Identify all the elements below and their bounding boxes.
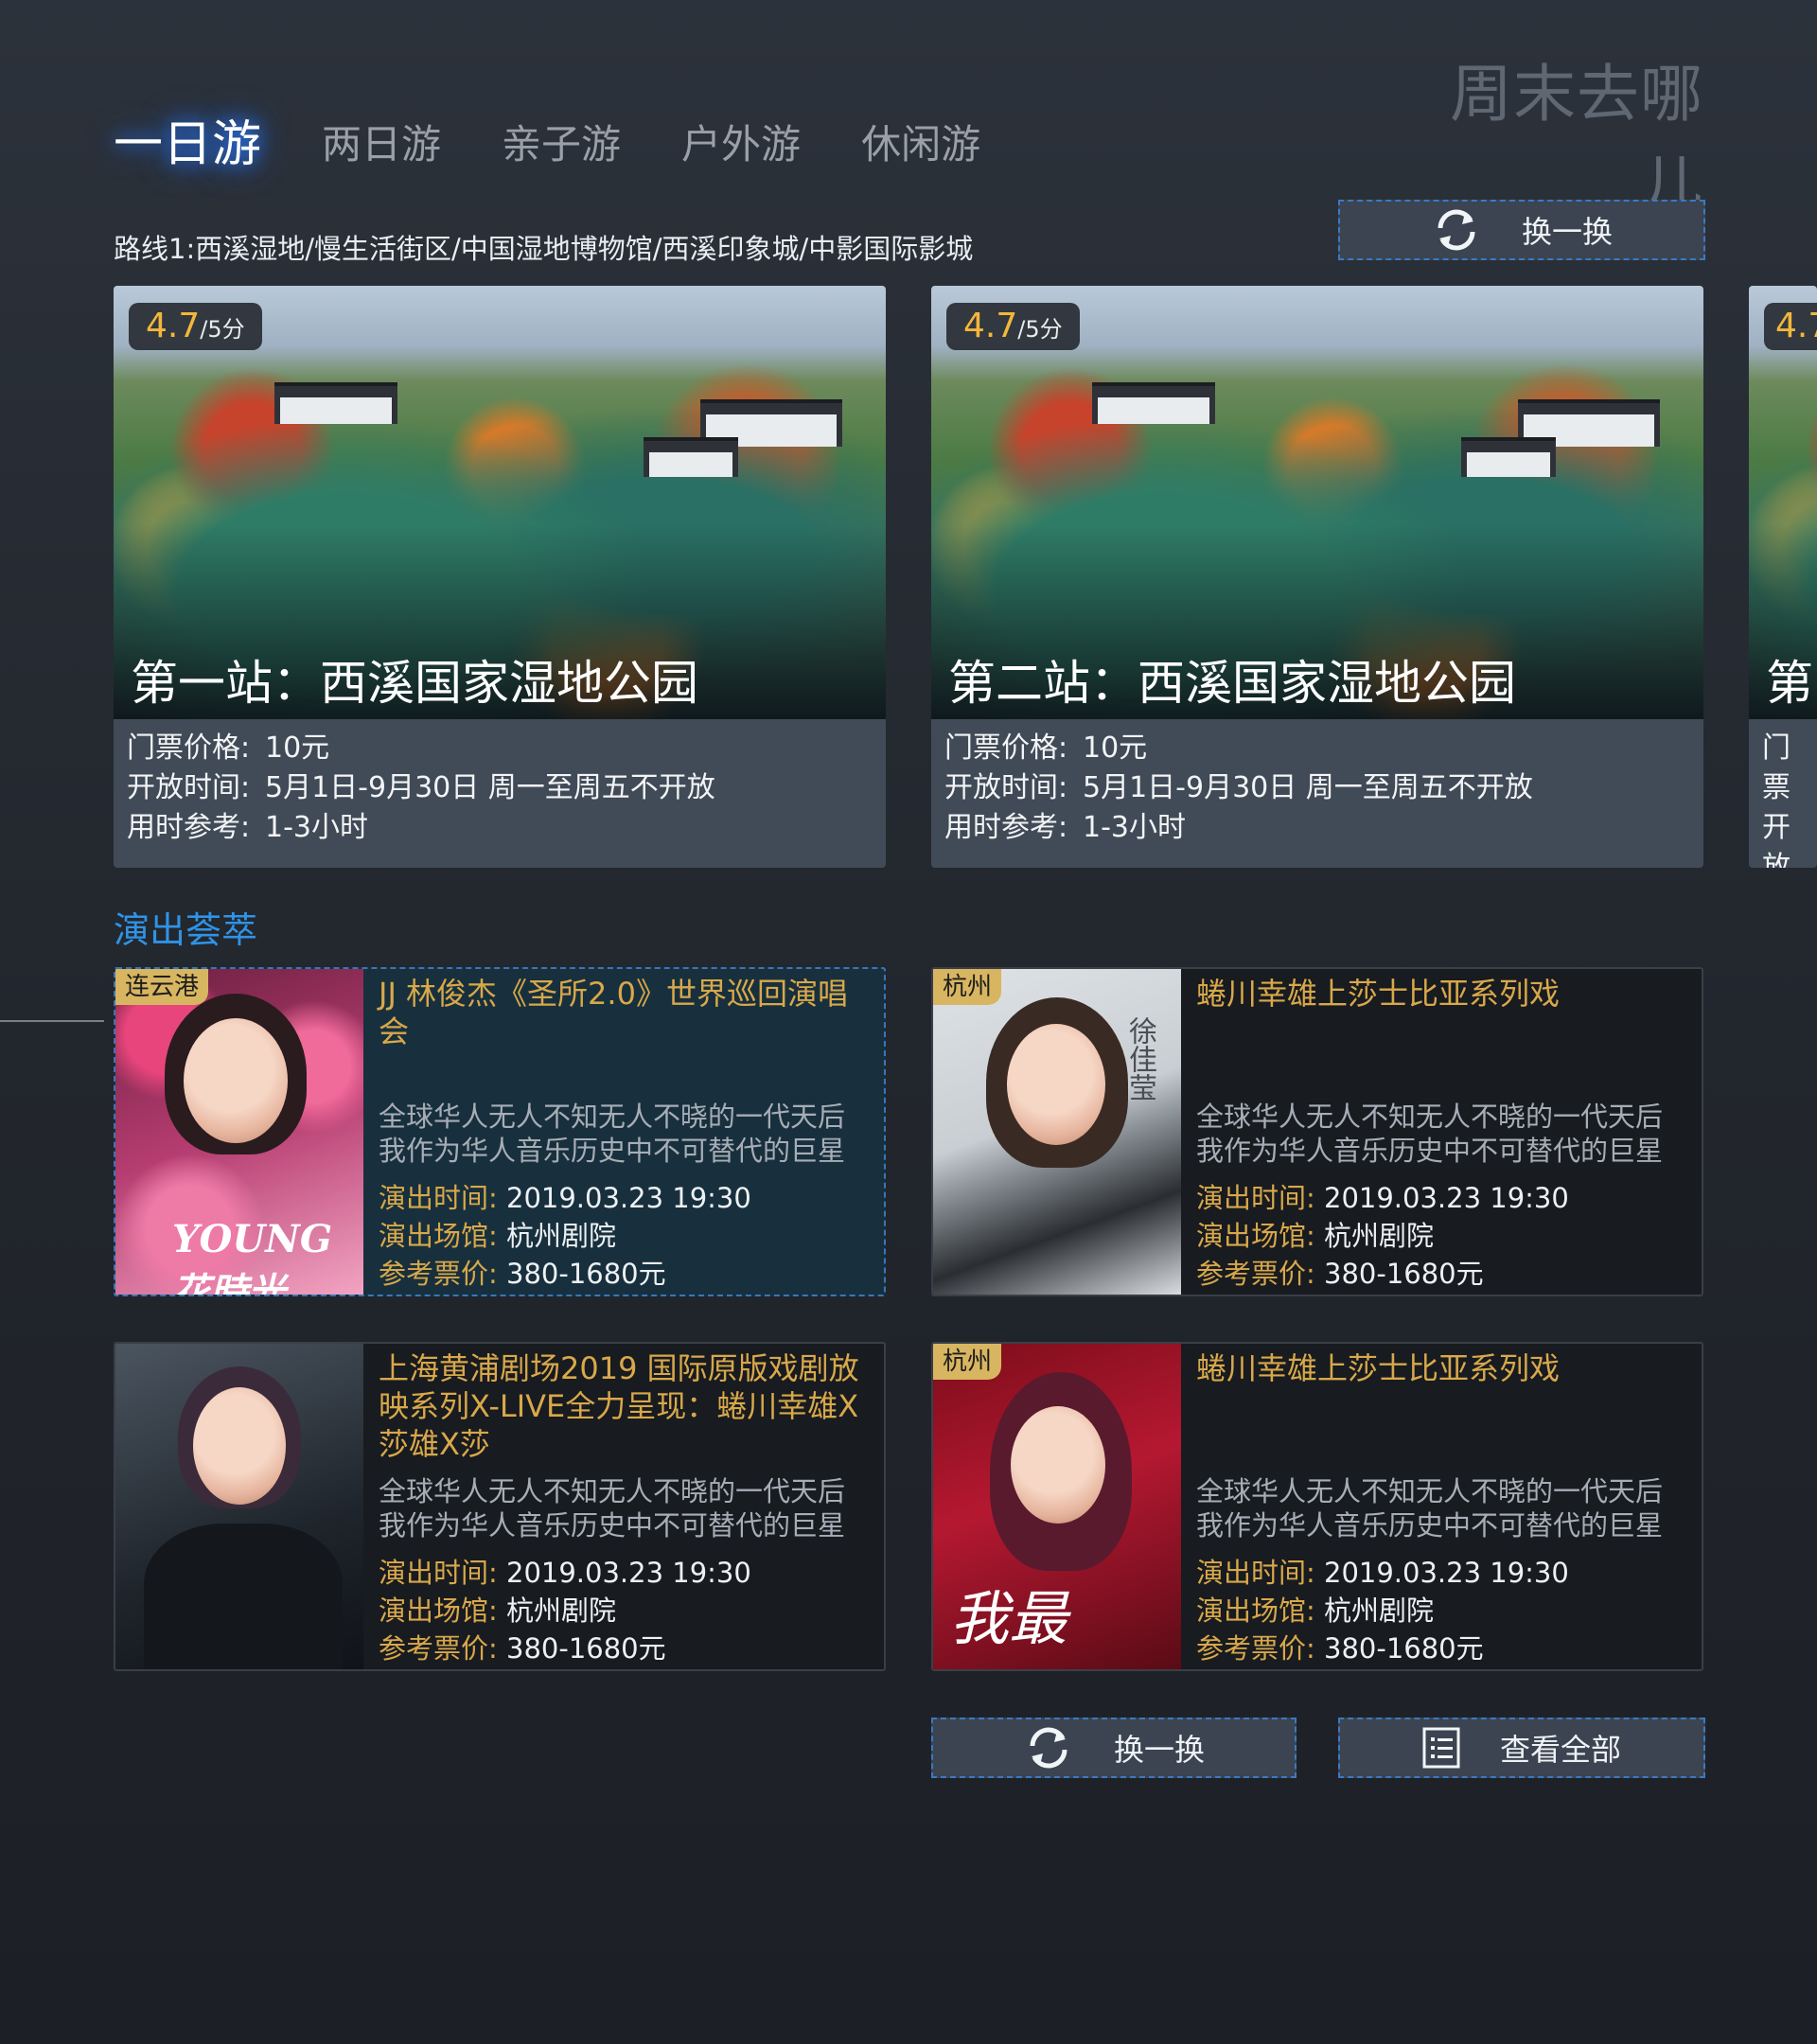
show-poster: YOUNG 花時光 <box>115 969 363 1295</box>
show-poster: 徐佳莹 <box>933 969 1181 1295</box>
tab-family[interactable]: 亲子游 <box>502 112 621 178</box>
spot-title: 第一站：西溪国家湿地公园 <box>131 656 698 711</box>
refresh-icon <box>1438 209 1475 251</box>
tab-bar: 一日游 两日游 亲子游 户外游 休闲游 <box>114 112 1041 178</box>
spot-info: 门票 开放 用时 <box>1762 731 1791 868</box>
section-title-shows: 演出荟萃 <box>114 909 258 951</box>
show-card[interactable]: YOUNG 花時光 连云港 JJ 林俊杰《圣所2.0》世界巡回演唱会 全球华人无… <box>114 967 886 1296</box>
spot-card[interactable]: 4.7/5分 第一站：西溪国家湿地公园 门票价格: 10元 开放时间: 5月1日-9… <box>114 286 886 868</box>
show-card[interactable]: 徐佳莹 杭州 蜷川幸雄上莎士比亚系列戏 全球华人无人不知无人不晓的一代天后我作为… <box>931 967 1703 1296</box>
show-title: JJ 林俊杰《圣所2.0》世界巡回演唱会 <box>379 976 848 1049</box>
tab-two-day[interactable]: 两日游 <box>322 112 441 178</box>
show-card[interactable]: 我最 杭州 蜷川幸雄上莎士比亚系列戏 全球华人无人不知无人不晓的一代天后我作为华… <box>931 1342 1703 1671</box>
show-meta: 演出时间: 2019.03.23 19:30 演出场馆: 杭州剧院 参考票价: … <box>379 1557 751 1665</box>
spot-info: 门票价格: 10元 开放时间: 5月1日-9月30日 周一至周五不开放 用时参考: 1… <box>944 731 1533 844</box>
show-title: 上海黄浦剧场2019 国际原版戏剧放映系列X-LIVE全力呈现：蜷川幸雄X莎雄X… <box>379 1350 859 1462</box>
rating-badge: 4.7/5分 <box>129 303 262 350</box>
tab-outdoor[interactable]: 户外游 <box>681 112 801 178</box>
divider <box>0 1020 104 1022</box>
show-card[interactable]: 上海黄浦剧场2019 国际原版戏剧放映系列X-LIVE全力呈现：蜷川幸雄X莎雄X… <box>114 1342 886 1671</box>
tab-one-day[interactable]: 一日游 <box>114 112 261 178</box>
list-icon <box>1422 1727 1460 1769</box>
refresh-icon <box>1030 1727 1067 1769</box>
spot-info: 门票价格: 10元 开放时间: 5月1日-9月30日 周一至周五不开放 用时参考: 1… <box>127 731 715 844</box>
show-title: 蜷川幸雄上莎士比亚系列戏 <box>1196 1350 1561 1386</box>
show-meta: 演出时间: 2019.03.23 19:30 演出场馆: 杭州剧院 参考票价: … <box>1196 1182 1569 1290</box>
show-description: 全球华人无人不知无人不晓的一代天后我作为华人音乐历史中不可替代的巨星 <box>379 1101 846 1167</box>
route-description: 路线1:西溪湿地/慢生活街区/中国湿地博物馆/西溪印象城/中影国际影城 <box>114 233 974 265</box>
spot-title: 第二站：西溪国家湿地公园 <box>948 656 1516 711</box>
swap-shows-label: 换一换 <box>1113 1732 1205 1768</box>
city-tag: 连云港 <box>115 969 209 1005</box>
rating-badge: 4.7 <box>1764 303 1817 350</box>
swap-shows-button[interactable]: 换一换 <box>931 1718 1297 1778</box>
brand-title: 周末去哪儿 <box>1450 58 1703 221</box>
view-all-label: 查看全部 <box>1499 1732 1621 1768</box>
city-tag: 杭州 <box>933 969 1002 1005</box>
spot-title: 第 <box>1766 656 1813 711</box>
show-description: 全球华人无人不知无人不晓的一代天后我作为华人音乐历史中不可替代的巨星 <box>1196 1475 1664 1542</box>
swap-route-button[interactable]: 换一换 <box>1338 200 1705 260</box>
show-poster: 我最 <box>933 1344 1181 1669</box>
show-meta: 演出时间: 2019.03.23 19:30 演出场馆: 杭州剧院 参考票价: … <box>379 1182 751 1290</box>
spot-card-partial[interactable]: 4.7 第 门票 开放 用时 <box>1749 286 1817 868</box>
city-tag: 杭州 <box>933 1344 1002 1380</box>
show-meta: 演出时间: 2019.03.23 19:30 演出场馆: 杭州剧院 参考票价: … <box>1196 1557 1569 1665</box>
spot-card[interactable]: 4.7/5分 第二站：西溪国家湿地公园 门票价格: 10元 开放时间: 5月1日-9… <box>931 286 1703 868</box>
rating-badge: 4.7/5分 <box>946 303 1080 350</box>
tab-leisure[interactable]: 休闲游 <box>861 112 980 178</box>
show-poster <box>115 1344 363 1669</box>
swap-route-label: 换一换 <box>1521 214 1613 250</box>
show-title: 蜷川幸雄上莎士比亚系列戏 <box>1196 976 1561 1012</box>
show-description: 全球华人无人不知无人不晓的一代天后我作为华人音乐历史中不可替代的巨星 <box>1196 1101 1664 1167</box>
view-all-button[interactable]: 查看全部 <box>1338 1718 1705 1778</box>
show-description: 全球华人无人不知无人不晓的一代天后我作为华人音乐历史中不可替代的巨星 <box>379 1475 846 1542</box>
